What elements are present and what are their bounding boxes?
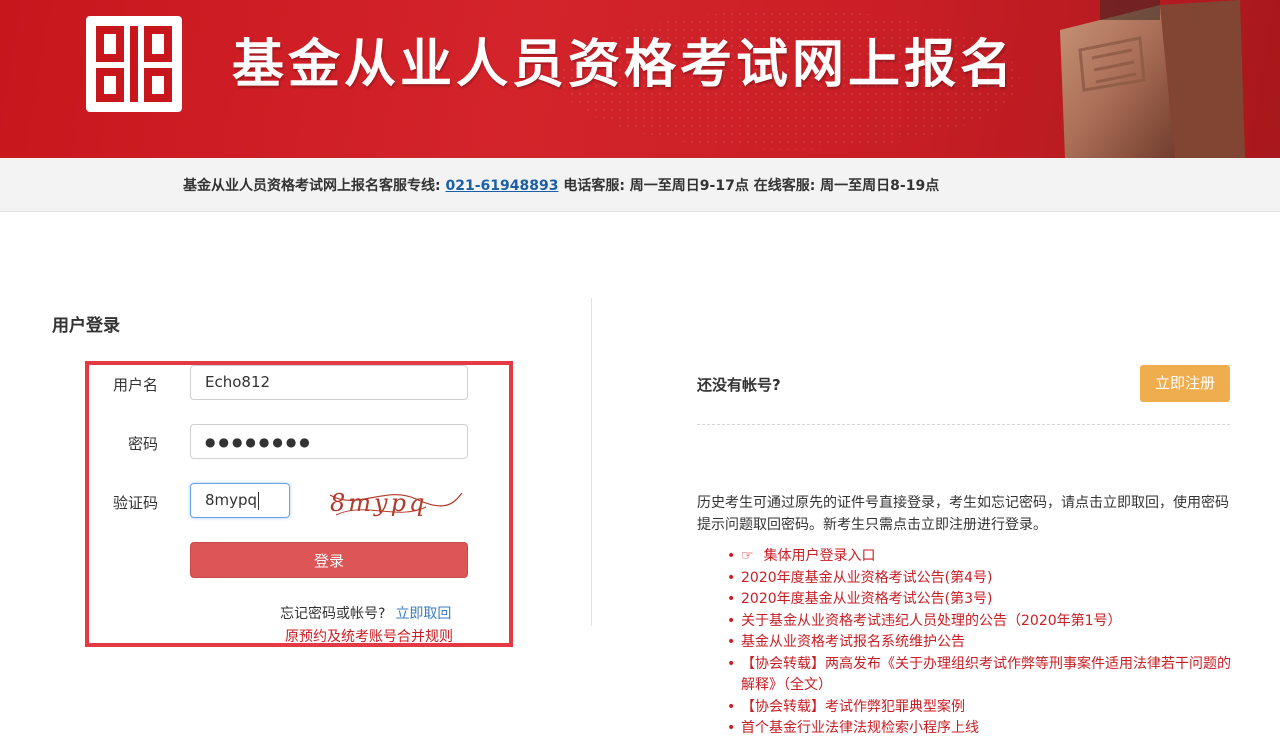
vertical-divider <box>591 298 592 626</box>
captcha-input[interactable]: 8mypq <box>190 483 290 518</box>
password-label: 密码 <box>127 435 158 453</box>
notice-link[interactable]: 2020年度基金从业资格考试公告(第3号) <box>741 591 992 607</box>
service-hours: 电话客服: 周一至周日9-17点 在线客服: 周一至周日8-19点 <box>558 178 940 194</box>
seal-stamp-icon <box>1040 0 1280 158</box>
list-item[interactable]: ☞ 集体用户登录入口 <box>725 546 1235 568</box>
text-caret <box>258 491 260 510</box>
list-item[interactable]: 基金从业资格考试报名系统维护公告 <box>725 632 1235 654</box>
site-title: 基金从业人员资格考试网上报名 <box>232 34 1017 95</box>
list-item[interactable]: 2020年度基金从业资格考试公告(第4号) <box>725 568 1235 590</box>
forgot-text: 忘记密码或帐号? <box>280 606 386 622</box>
dashed-divider <box>697 424 1230 425</box>
pointing-hand-icon: ☞ <box>741 548 754 564</box>
notice-list: ☞ 集体用户登录入口 2020年度基金从业资格考试公告(第4号) 2020年度基金… <box>725 546 1235 740</box>
list-item[interactable]: 首个基金行业法律法规检索小程序上线 <box>725 718 1235 740</box>
notice-link[interactable]: 【协会转载】考试作弊犯罪典型案例 <box>741 699 965 715</box>
captcha-input-value: 8mypq <box>205 491 258 509</box>
password-mask: ●●●●●●●● <box>205 435 313 449</box>
retrieve-link[interactable]: 立即取回 <box>395 606 451 622</box>
group-login-link[interactable]: 集体用户登录入口 <box>764 548 876 564</box>
list-item[interactable]: 关于基金从业资格考试违纪人员处理的公告（2020年第1号） <box>725 611 1235 633</box>
header-banner: 基金从业人员资格考试网上报名 <box>0 0 1280 158</box>
association-logo-icon <box>86 16 182 112</box>
username-label: 用户名 <box>112 376 158 394</box>
captcha-image[interactable]: 8mypq <box>326 481 466 525</box>
list-item[interactable]: 【协会转载】考试作弊犯罪典型案例 <box>725 697 1235 719</box>
list-item[interactable]: 【协会转载】两高发布《关于办理组织考试作弊等刑事案件适用法律若干问题的解释》（全… <box>725 654 1235 697</box>
service-hotline-bar: 基金从业人员资格考试网上报名客服专线: 021-61948893 电话客服: 周… <box>0 158 1280 212</box>
service-phone-link[interactable]: 021-61948893 <box>445 178 558 194</box>
notice-link[interactable]: 首个基金行业法律法规检索小程序上线 <box>741 720 979 736</box>
notice-link[interactable]: 关于基金从业资格考试违纪人员处理的公告（2020年第1号） <box>741 613 1122 629</box>
service-hotline-text: 基金从业人员资格考试网上报名客服专线: 021-61948893 电话客服: 周… <box>183 175 939 195</box>
password-input[interactable]: ●●●●●●●● <box>190 424 468 459</box>
login-instructions: 历史考生可通过原先的证件号直接登录，考生如忘记密码，请点击立即取回，使用密码提示… <box>697 495 1229 533</box>
list-item[interactable]: 2020年度基金从业资格考试公告(第3号) <box>725 589 1235 611</box>
register-button[interactable]: 立即注册 <box>1140 365 1230 402</box>
notice-link[interactable]: 【协会转载】两高发布《关于办理组织考试作弊等刑事案件适用法律若干问题的解释》（全… <box>741 656 1231 694</box>
username-input[interactable]: Echo812 <box>190 365 468 400</box>
no-account-prompt: 还没有帐号? <box>697 376 781 394</box>
merge-rule-link[interactable]: 原预约及统考账号合并规则 <box>285 626 453 646</box>
service-prefix: 基金从业人员资格考试网上报名客服专线: <box>183 178 446 194</box>
captcha-text: 8mypq <box>330 489 427 517</box>
login-button[interactable]: 登录 <box>190 542 468 578</box>
notice-link[interactable]: 2020年度基金从业资格考试公告(第4号) <box>741 570 992 586</box>
login-title: 用户登录 <box>52 316 120 336</box>
forgot-account-line: 忘记密码或帐号? 立即取回 <box>280 603 451 623</box>
notice-link[interactable]: 基金从业资格考试报名系统维护公告 <box>741 634 965 650</box>
captcha-label: 验证码 <box>112 494 158 512</box>
